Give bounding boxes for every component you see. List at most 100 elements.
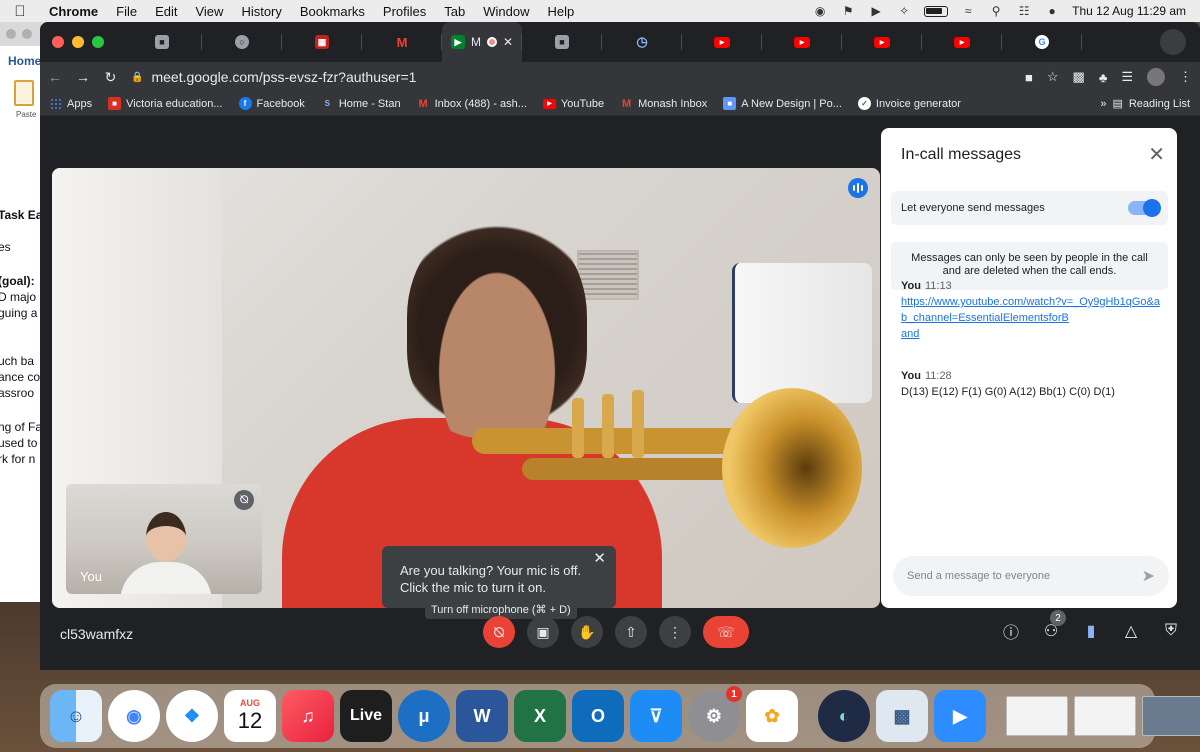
more-options-button[interactable]: ⋮ <box>659 616 691 648</box>
image-capture-icon[interactable]: ▩ <box>876 690 928 742</box>
bookmark-star-icon[interactable]: ☆ <box>1047 69 1059 85</box>
bluetooth-icon[interactable]: ✧ <box>896 4 912 18</box>
address-bar[interactable]: 🔒 meet.google.com/pss-evsz-fzr?authuser=… <box>131 69 1011 85</box>
control-center-icon[interactable]: ☷ <box>1016 4 1032 18</box>
menu-window[interactable]: Window <box>474 4 538 19</box>
send-icon[interactable]: ➤ <box>1142 566 1155 586</box>
bookmark-stan[interactable]: S Home - Stan <box>321 97 401 110</box>
chrome-menu-icon[interactable]: ⋮ <box>1179 69 1192 85</box>
menu-app-name[interactable]: Chrome <box>40 4 107 19</box>
bookmark-inbox[interactable]: M Inbox (488) - ash... <box>417 97 526 110</box>
url-text[interactable]: meet.google.com/pss-evsz-fzr?authuser=1 <box>151 69 416 85</box>
wifi-icon[interactable]: ≈ <box>960 4 976 18</box>
safari-icon[interactable]: ❖ <box>166 690 218 742</box>
minimized-window-thumbnail[interactable] <box>1142 696 1200 736</box>
extension-icon[interactable]: ▩ <box>1073 69 1085 85</box>
menu-file[interactable]: File <box>107 4 146 19</box>
outlook-icon[interactable]: O <box>572 690 624 742</box>
bookmarks-overflow-icon[interactable]: » <box>1100 98 1106 110</box>
window-min-dot[interactable] <box>22 29 32 39</box>
present-screen-button[interactable]: ⇧ <box>615 616 647 648</box>
menu-profiles[interactable]: Profiles <box>374 4 435 19</box>
extensions-puzzle-icon[interactable]: ♣ <box>1099 70 1108 85</box>
profile-avatar[interactable] <box>1147 68 1165 86</box>
photos-icon[interactable]: ✿ <box>746 690 798 742</box>
microphone-button[interactable]: ⦰ <box>483 616 515 648</box>
tab-youtube-4[interactable]: ▶ <box>922 22 1002 62</box>
menu-edit[interactable]: Edit <box>146 4 186 19</box>
ableton-live-icon[interactable]: Live <box>340 690 392 742</box>
window-close-dot[interactable] <box>6 29 16 39</box>
message-input[interactable]: Send a message to everyone ➤ <box>893 556 1169 596</box>
system-preferences-icon[interactable]: ⚙ 1 <box>688 686 742 742</box>
message-link[interactable]: https://www.youtube.com/watch?v=_Oy9gHb1… <box>901 296 1160 324</box>
menu-view[interactable]: View <box>186 4 232 19</box>
status-flag-icon[interactable]: ⚑ <box>840 4 856 18</box>
zoom-window-icon[interactable] <box>92 36 104 48</box>
lock-icon[interactable]: 🔒 <box>131 72 143 83</box>
leave-call-button[interactable]: ☏ <box>703 616 749 648</box>
minimized-window-thumbnail[interactable] <box>1074 696 1136 736</box>
activities-icon[interactable]: △ <box>1120 620 1142 642</box>
new-tab-button[interactable] <box>1160 29 1186 55</box>
tab-google[interactable]: G <box>1002 22 1082 62</box>
raise-hand-button[interactable]: ✋ <box>571 616 603 648</box>
host-controls-icon[interactable]: ⛨ <box>1160 620 1182 642</box>
tab-gmail[interactable]: M <box>362 22 442 62</box>
menu-history[interactable]: History <box>232 4 290 19</box>
reading-list-button[interactable]: Reading List <box>1129 98 1190 110</box>
zoom-icon[interactable]: ▶ <box>934 690 986 742</box>
finder-icon[interactable]: ☺ <box>50 690 102 742</box>
music-icon[interactable]: ♫ <box>282 690 334 742</box>
self-view-tile[interactable]: You ⦰ <box>66 484 262 594</box>
back-icon[interactable]: ← <box>48 69 62 85</box>
close-icon[interactable]: ✕ <box>593 550 606 567</box>
chrome-app-icon[interactable]: ◉ <box>108 690 160 742</box>
tab-youtube-1[interactable]: ▶ <box>682 22 762 62</box>
bookmark-facebook[interactable]: f Facebook <box>238 97 305 110</box>
camera-in-use-icon[interactable]: ■ <box>1025 70 1033 85</box>
message-link-tail[interactable]: and <box>901 328 919 340</box>
send-messages-toggle[interactable] <box>1128 199 1161 217</box>
tab-youtube-3[interactable]: ▶ <box>842 22 922 62</box>
tab-contact[interactable]: ■ <box>122 22 202 62</box>
camera-button[interactable]: ▣ <box>527 616 559 648</box>
tab-timer[interactable]: ◷ <box>602 22 682 62</box>
tab-calendar[interactable]: ▦ <box>282 22 362 62</box>
musescore-icon[interactable]: μ <box>398 690 450 742</box>
chat-icon[interactable]: ▮ <box>1080 620 1102 642</box>
reading-list-icon[interactable]: ▤ <box>1112 97 1122 110</box>
menu-help[interactable]: Help <box>539 4 584 19</box>
bookmark-youtube[interactable]: ▶ YouTube <box>542 98 604 110</box>
people-icon[interactable]: ⚇ 2 <box>1040 610 1066 642</box>
bookmark-new-design[interactable]: ■ A New Design | Po... <box>723 97 842 110</box>
app-store-icon[interactable]: ⊽ <box>630 690 682 742</box>
media-control-icon[interactable]: ☰ <box>1121 69 1133 85</box>
menu-clock[interactable]: Thu 12 Aug 11:29 am <box>1072 4 1186 18</box>
minimized-window-thumbnail[interactable] <box>1006 696 1068 736</box>
close-tab-icon[interactable]: ✕ <box>503 35 513 49</box>
word-icon[interactable]: W <box>456 690 508 742</box>
spotlight-search-icon[interactable]: ⚲ <box>988 4 1004 18</box>
menu-tab[interactable]: Tab <box>435 4 474 19</box>
bookmark-victoria-education[interactable]: ■ Victoria education... <box>108 97 223 110</box>
tab-contact-2[interactable]: ■ <box>522 22 602 62</box>
apple-menu-icon[interactable]:  <box>0 3 40 20</box>
minimize-window-icon[interactable] <box>72 36 84 48</box>
forward-icon[interactable]: → <box>76 69 90 85</box>
tab-globe[interactable]: ○ <box>202 22 282 62</box>
status-circle-icon[interactable]: ◉ <box>812 4 828 18</box>
reload-icon[interactable]: ↻ <box>104 69 117 86</box>
tab-youtube-2[interactable]: ▶ <box>762 22 842 62</box>
bookmark-invoice-generator[interactable]: ✓ Invoice generator <box>857 97 961 110</box>
excel-icon[interactable]: X <box>514 690 566 742</box>
menu-bookmarks[interactable]: Bookmarks <box>291 4 374 19</box>
clipboard-icon[interactable] <box>14 80 34 106</box>
bookmark-apps[interactable]: Apps <box>50 97 92 110</box>
ribbon-home-tab[interactable]: Home <box>8 54 41 68</box>
bookmark-monash-inbox[interactable]: M Monash Inbox <box>620 97 707 110</box>
close-panel-icon[interactable]: ✕ <box>1148 142 1165 167</box>
calendar-app-icon[interactable]: AUG 12 <box>224 690 276 742</box>
battery-icon[interactable] <box>924 5 949 17</box>
tab-google-meet[interactable]: ▶ M ✕ <box>442 22 522 62</box>
